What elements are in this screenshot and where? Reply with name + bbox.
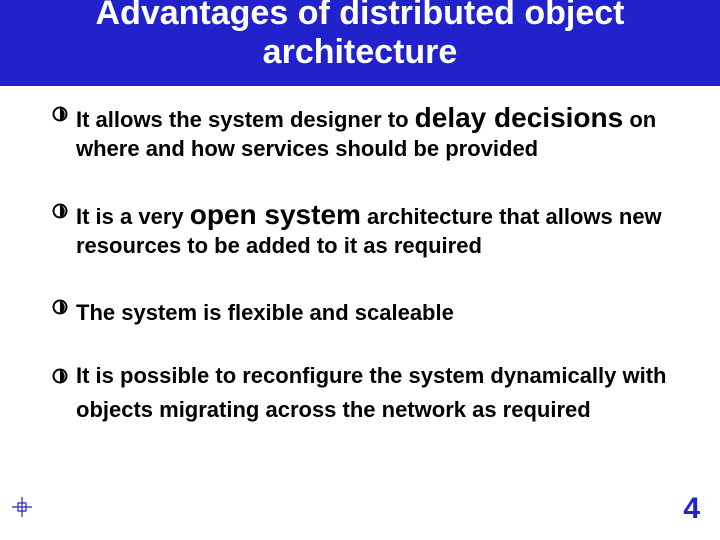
list-item-text: It is possible to reconfigure the system… [76, 362, 684, 425]
text-emph: delay decisions [415, 102, 624, 133]
text-emph: open system [190, 199, 361, 230]
text-pre: The system is flexible and scaleable [76, 300, 454, 325]
bullet-icon [52, 299, 68, 315]
page-number: 4 [683, 492, 700, 526]
title-bar: Advantages of distributed object archite… [0, 0, 720, 86]
list-item-text: The system is flexible and scaleable [76, 293, 454, 328]
list-item: It allows the system designer to delay d… [52, 100, 684, 163]
list-item-text: It is a very open system architecture th… [76, 197, 684, 260]
slide-title: Advantages of distributed object archite… [40, 0, 680, 72]
bullet-icon [52, 203, 68, 219]
list-item: It is possible to reconfigure the system… [52, 362, 684, 425]
text-pre: It allows the system designer to [76, 107, 415, 132]
slide: Advantages of distributed object archite… [0, 0, 720, 534]
text-pre: It is a very [76, 204, 190, 229]
text-pre: It is possible to reconfigure the system… [76, 363, 667, 422]
bullet-icon [52, 106, 68, 122]
bullet-icon [52, 368, 68, 384]
list-item: The system is flexible and scaleable [52, 293, 684, 328]
content-area: It allows the system designer to delay d… [0, 86, 720, 425]
list-item: It is a very open system architecture th… [52, 197, 684, 260]
footer-icon [10, 495, 34, 524]
list-item-text: It allows the system designer to delay d… [76, 100, 684, 163]
footer: 4 [0, 494, 720, 526]
